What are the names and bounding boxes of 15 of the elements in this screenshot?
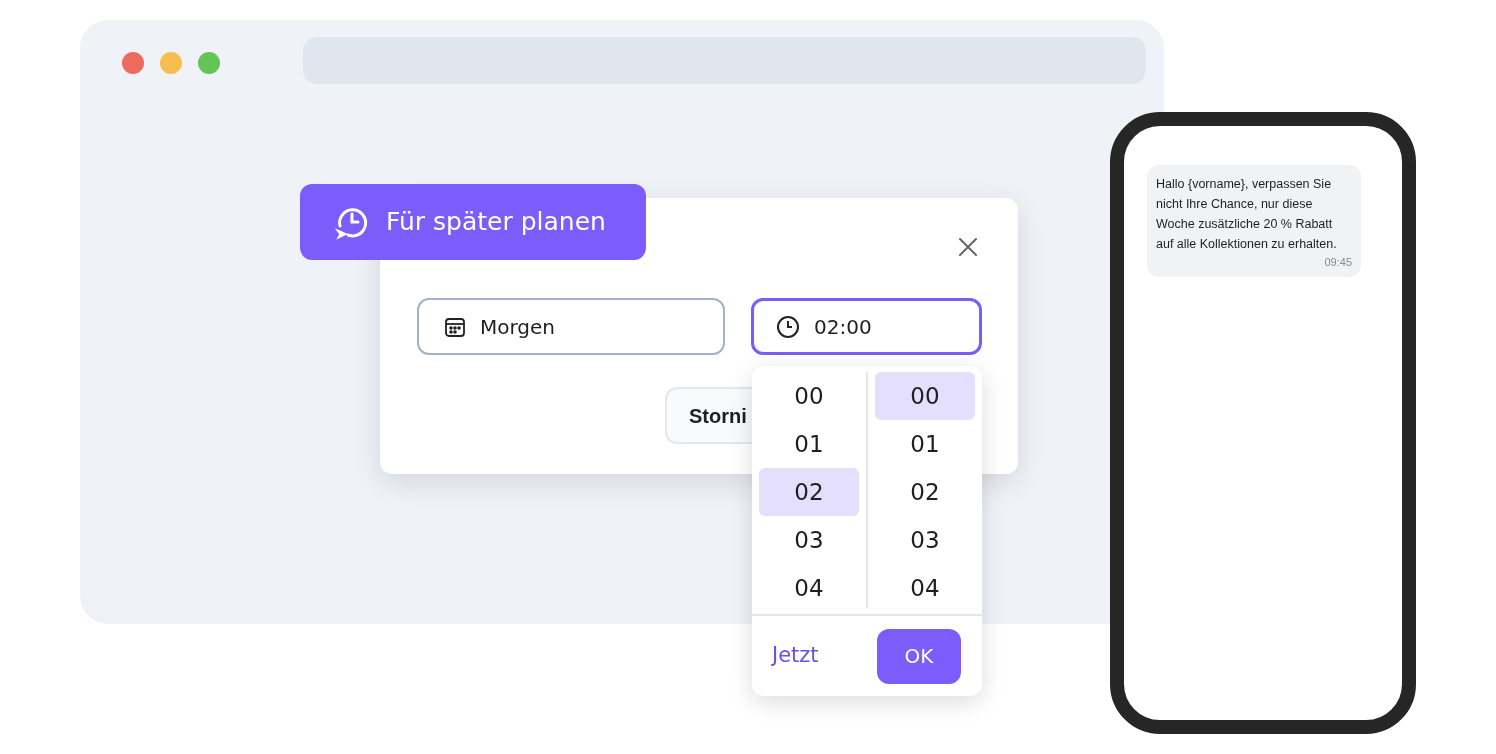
- date-value: Morgen: [480, 313, 556, 341]
- badge-label: Für später planen: [386, 206, 606, 239]
- time-option[interactable]: 02: [759, 468, 859, 516]
- time-field[interactable]: 02:00: [751, 298, 982, 355]
- time-value: 02:00: [814, 313, 872, 341]
- message-text: Hallo {vorname}, verpassen Sie nicht Ihre Chance, nur diese Woche zusätzliche 20 % Rabatt auf alle Kollektionen zu erhalten.: [1156, 176, 1338, 253]
- date-field[interactable]: Morgen: [417, 298, 725, 355]
- clock-icon: [776, 314, 800, 339]
- cancel-button[interactable]: Storni: [665, 387, 752, 444]
- now-button[interactable]: Jetzt: [772, 640, 819, 672]
- calendar-icon: [444, 315, 466, 338]
- time-option[interactable]: 00: [875, 372, 975, 420]
- close-icon[interactable]: [959, 238, 977, 256]
- ok-button[interactable]: OK: [877, 628, 961, 684]
- message-time: 09:45: [1324, 255, 1352, 270]
